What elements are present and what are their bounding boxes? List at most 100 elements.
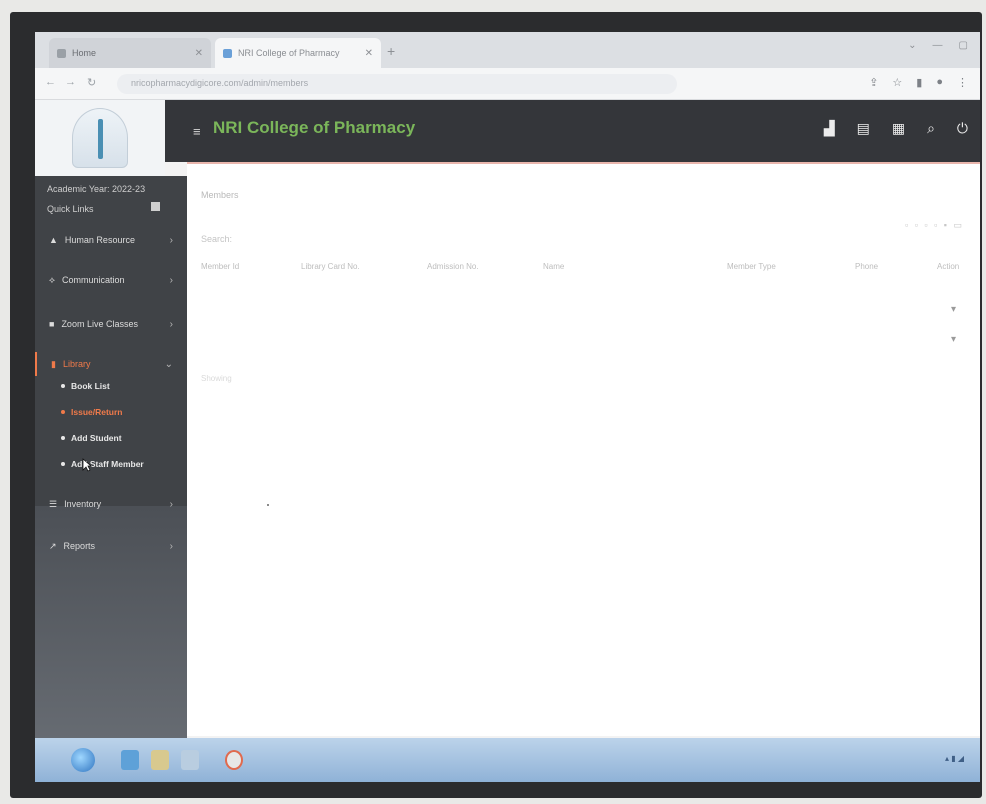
sidebar-item-reports[interactable]: ↗ Reports › xyxy=(35,534,187,558)
column-header[interactable]: Member Type xyxy=(727,262,776,271)
sidebar-item-human-resource[interactable]: ▲ Human Resource › xyxy=(35,228,187,252)
members-panel: Members ▫ ▫ ▫ ▫ ▪ ▭ Search: Member Id Li… xyxy=(187,162,980,736)
url-text: nricopharmacydigicore.com/admin/members xyxy=(131,78,309,88)
reload-icon[interactable]: ↻ xyxy=(87,76,96,89)
sidebar-item-inventory[interactable]: ☰ Inventory › xyxy=(35,492,187,516)
sidebar-item-zoom-live-classes[interactable]: ■ Zoom Live Classes › xyxy=(35,312,187,336)
row-action-icon[interactable]: ▾ xyxy=(951,304,956,315)
chevron-right-icon: › xyxy=(169,234,173,246)
minimize-icon[interactable]: — xyxy=(933,40,943,51)
sidebar-item-library[interactable]: ▮ Library ⌄ xyxy=(35,352,187,376)
chevron-down-icon: ⌄ xyxy=(164,358,173,370)
forward-icon[interactable]: → xyxy=(65,76,76,88)
sidebar-item-label: Human Resource xyxy=(64,235,135,245)
bullet-icon xyxy=(61,462,65,466)
folder-icon[interactable] xyxy=(151,750,169,770)
user-icon: ▲ xyxy=(49,235,58,245)
library-sub-book-list[interactable]: Book List xyxy=(61,376,110,396)
column-header[interactable]: Library Card No. xyxy=(301,262,360,271)
new-tab-icon[interactable]: + xyxy=(387,43,395,59)
bullet-icon xyxy=(61,436,65,440)
browser-tab-active[interactable]: NRI College of Pharmacy ✕ xyxy=(215,38,381,68)
table-row: ▾ xyxy=(201,334,966,350)
brand-title: NRI College of Pharmacy xyxy=(213,118,416,137)
address-bar[interactable]: nricopharmacydigicore.com/admin/members xyxy=(117,74,677,94)
college-logo[interactable] xyxy=(35,100,165,176)
library-sub-add-staff-member[interactable]: Add Staff Member xyxy=(61,454,144,474)
sidebar-item-label: Communication xyxy=(61,275,125,285)
media-icon[interactable] xyxy=(181,750,199,770)
browser-tab-strip: Home ✕ NRI College of Pharmacy ✕ + ⌄ — ▢ xyxy=(35,32,980,68)
column-header[interactable]: Action xyxy=(937,262,959,271)
sidebar-item-communication[interactable]: ⟡ Communication › xyxy=(35,268,187,292)
window-controls: ⌄ — ▢ xyxy=(908,40,968,51)
column-header[interactable]: Name xyxy=(543,262,564,271)
dust-speck xyxy=(267,504,269,506)
share-icon: ⟡ xyxy=(49,274,55,285)
browser-actions: ⇪ ☆ ▮ ● ⋮ xyxy=(869,76,968,89)
sidebar-item-label: Reports xyxy=(63,541,96,551)
video-icon: ■ xyxy=(49,319,55,329)
search-icon[interactable]: ⌕ xyxy=(927,120,935,137)
close-icon[interactable]: ✕ xyxy=(365,48,373,59)
menu-icon[interactable]: ⋮ xyxy=(957,76,968,89)
panel-title: Members xyxy=(201,190,239,200)
chevron-right-icon: › xyxy=(169,318,173,330)
chevron-right-icon: › xyxy=(169,274,173,286)
maximize-icon[interactable]: ▢ xyxy=(959,40,968,51)
page-icon xyxy=(57,48,66,58)
chevron-right-icon: › xyxy=(169,540,173,552)
chevron-right-icon: › xyxy=(169,498,173,510)
sidebar-item-label: Library xyxy=(62,359,91,369)
close-icon[interactable]: ✕ xyxy=(195,48,203,59)
calendar-icon[interactable]: ▦ xyxy=(892,120,905,137)
sub-item-label: Add Student xyxy=(71,433,122,443)
sidebar-item-label: Zoom Live Classes xyxy=(61,319,138,329)
mouse-cursor-icon xyxy=(82,458,92,472)
chart-icon[interactable]: ▟ xyxy=(824,120,835,137)
quick-links[interactable]: Quick Links xyxy=(47,204,94,214)
library-sub-issue-return[interactable]: Issue/Return xyxy=(61,402,123,422)
tab-label: Home xyxy=(72,48,97,58)
bullet-icon xyxy=(61,410,65,414)
sidebar: Academic Year: 2022-23 Quick Links ▲ Hum… xyxy=(35,176,187,782)
monitor-frame: Home ✕ NRI College of Pharmacy ✕ + ⌄ — ▢… xyxy=(10,12,982,798)
header-actions: ▟ ▤ ▦ ⌕ ⏻ xyxy=(824,120,968,137)
sidebar-item-label: Inventory xyxy=(64,499,102,509)
clipboard-icon[interactable]: ▤ xyxy=(857,120,870,137)
menu-toggle-icon[interactable]: ≡ xyxy=(193,124,201,139)
page-icon xyxy=(223,48,232,58)
row-action-icon[interactable]: ▾ xyxy=(951,334,956,345)
column-header[interactable]: Admission No. xyxy=(427,262,479,271)
star-icon[interactable]: ☆ xyxy=(892,76,902,89)
chevron-down-icon[interactable]: ⌄ xyxy=(908,40,916,51)
sub-item-label: Issue/Return xyxy=(71,407,123,417)
profile-icon[interactable]: ● xyxy=(936,76,943,89)
screen: Home ✕ NRI College of Pharmacy ✕ + ⌄ — ▢… xyxy=(35,32,980,782)
start-button-icon[interactable] xyxy=(71,748,95,772)
share-icon[interactable]: ⇪ xyxy=(869,76,878,89)
sidebar-icon[interactable]: ▮ xyxy=(916,76,922,89)
back-icon[interactable]: ← xyxy=(45,76,56,88)
library-sub-add-student[interactable]: Add Student xyxy=(61,428,122,448)
grid-icon[interactable] xyxy=(151,202,160,211)
explorer-icon[interactable] xyxy=(121,750,139,770)
export-actions[interactable]: ▫ ▫ ▫ ▫ ▪ ▭ xyxy=(905,220,964,231)
column-header[interactable]: Member Id xyxy=(201,262,239,271)
windows-taskbar: ▴ ▮ ◢ xyxy=(35,738,980,782)
book-icon: ▮ xyxy=(51,358,56,369)
power-icon[interactable]: ⏻ xyxy=(957,120,968,137)
system-tray[interactable]: ▴ ▮ ◢ xyxy=(945,754,964,763)
chrome-icon[interactable] xyxy=(225,750,243,770)
academic-year: Academic Year: 2022-23 xyxy=(47,184,146,194)
sub-item-label: Book List xyxy=(71,381,110,391)
tab-label: NRI College of Pharmacy xyxy=(238,48,340,58)
table-header: Member Id Library Card No. Admission No.… xyxy=(201,262,966,278)
bullet-icon xyxy=(61,384,65,388)
chart-icon: ↗ xyxy=(49,540,57,551)
browser-tab-home[interactable]: Home ✕ xyxy=(49,38,211,68)
logo-emblem xyxy=(72,108,128,168)
browser-toolbar: ← → ↻ nricopharmacydigicore.com/admin/me… xyxy=(35,68,980,100)
column-header[interactable]: Phone xyxy=(855,262,878,271)
table-footer: Showing xyxy=(201,374,232,383)
